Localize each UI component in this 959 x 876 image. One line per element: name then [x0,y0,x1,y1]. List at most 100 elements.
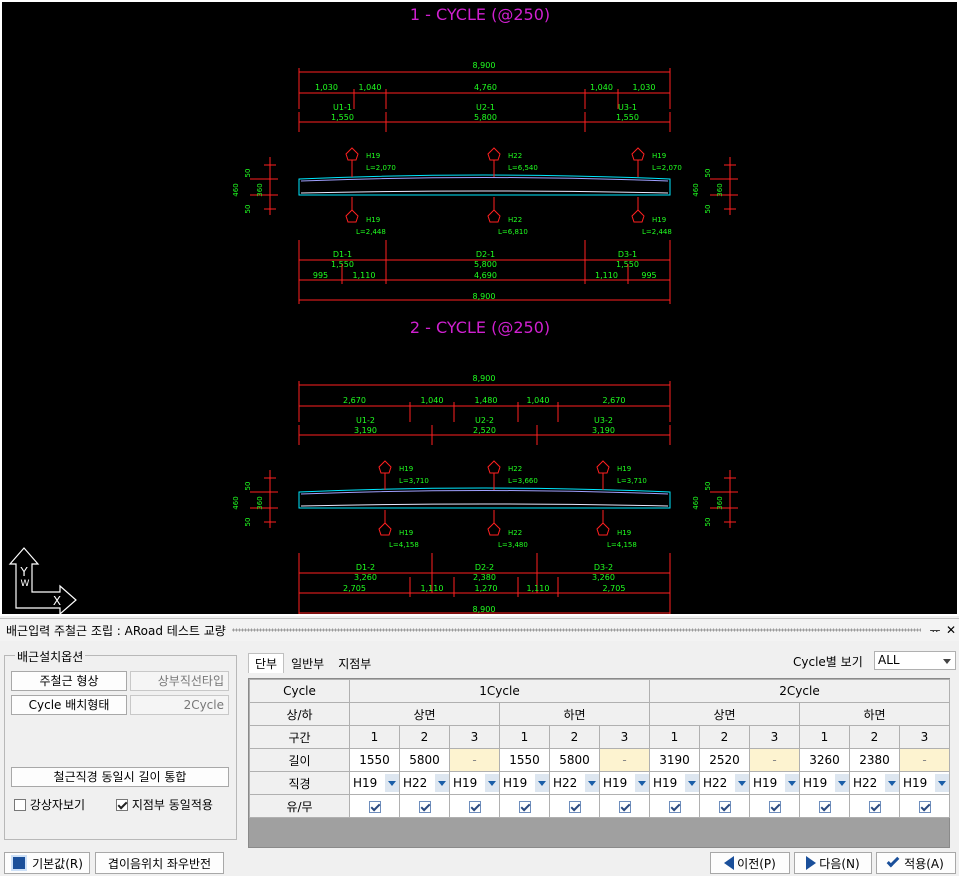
diameter-cell[interactable]: H19 [449,771,500,795]
apply-label: 적용(A) [904,856,944,871]
apply-button[interactable]: 적용(A) [876,852,956,874]
close-icon[interactable]: ✕ [943,623,959,637]
pin-icon[interactable]: ᅲ [927,622,943,639]
dim-text: 1,110 [421,584,444,593]
dropdown-arrow-icon[interactable] [535,774,549,792]
length-cell[interactable]: 2520 [699,748,750,772]
use-cell[interactable] [799,794,850,818]
flip-splice-button[interactable]: 겹이음위치 좌우반전 [95,852,224,874]
use-cell[interactable] [899,794,950,818]
tab-support[interactable]: 지점부 [331,653,378,673]
support-same-checkbox[interactable]: 지점부 동일적용 [116,796,213,813]
dim-text: 1,030 [315,83,338,92]
dropdown-arrow-icon[interactable] [435,774,449,792]
diameter-cell[interactable]: H22 [849,771,900,795]
cycle-view-select[interactable]: ALL [874,651,956,670]
length-cell[interactable]: - [749,748,800,772]
tab-general[interactable]: 일반부 [284,653,331,673]
dropdown-arrow-icon[interactable] [885,774,899,792]
length-cell[interactable]: 1550 [349,748,400,772]
dropdown-arrow-icon[interactable] [385,774,399,792]
diameter-cell[interactable]: H19 [599,771,650,795]
rebar-mark [345,147,359,161]
use-checkbox[interactable] [418,800,431,813]
checkbox-box[interactable] [116,798,128,811]
use-checkbox[interactable] [568,800,581,813]
segment-header: 1 [499,725,550,749]
dropdown-arrow-icon[interactable] [835,774,849,792]
diameter-cell[interactable]: H19 [349,771,400,795]
dropdown-arrow-icon[interactable] [485,774,499,792]
dropdown-arrow-icon[interactable] [785,774,799,792]
default-button[interactable]: 기본값(R) [4,852,90,874]
rebar-mark [345,209,359,223]
length-cell[interactable]: 3190 [649,748,700,772]
rebar-length: L=3,660 [508,477,538,485]
diameter-cell[interactable]: H19 [899,771,950,795]
diameter-cell[interactable]: H19 [799,771,850,795]
use-cell[interactable] [699,794,750,818]
dim-text: 5,800 [474,260,497,269]
dropdown-arrow-icon[interactable] [935,774,949,792]
view-box-checkbox[interactable]: 강상자보기 [14,796,85,813]
use-cell[interactable] [599,794,650,818]
use-checkbox[interactable] [518,800,531,813]
use-cell[interactable] [399,794,450,818]
dropdown-arrow-icon[interactable] [585,774,599,792]
diameter-cell[interactable]: H22 [399,771,450,795]
length-cell[interactable]: - [899,748,950,772]
dropdown-arrow-icon[interactable] [735,774,749,792]
diameter-cell[interactable]: H19 [499,771,550,795]
rebar-diameter: H22 [508,529,522,537]
use-checkbox[interactable] [818,800,831,813]
diameter-cell[interactable]: H22 [699,771,750,795]
diameter-cell[interactable]: H19 [749,771,800,795]
arrow-left-icon [724,856,735,870]
use-cell[interactable] [649,794,700,818]
checkbox-box[interactable] [14,798,26,811]
use-checkbox[interactable] [868,800,881,813]
use-checkbox[interactable] [918,800,931,813]
length-cell[interactable]: 1550 [499,748,550,772]
titlebar-grip[interactable] [231,628,921,632]
use-cell[interactable] [849,794,900,818]
use-cell[interactable] [349,794,400,818]
diameter-cell[interactable]: H19 [649,771,700,795]
use-cell[interactable] [449,794,500,818]
dropdown-arrow-icon[interactable] [635,774,649,792]
length-cell[interactable]: 3260 [799,748,850,772]
rebar-length: L=4,158 [389,541,419,549]
layout-button[interactable]: Cycle 배치형태 [11,695,127,715]
merge-length-button[interactable]: 철근직경 동일시 길이 통합 [11,767,229,787]
dim-text: D1-2 [356,563,375,572]
prev-button[interactable]: 이전(P) [710,852,790,874]
use-checkbox[interactable] [718,800,731,813]
use-cell[interactable] [499,794,550,818]
use-checkbox[interactable] [368,800,381,813]
rebar-length: L=3,480 [498,541,528,549]
cycle-view-value: ALL [878,653,900,667]
tab-end[interactable]: 단부 [248,653,285,673]
use-checkbox[interactable] [468,800,481,813]
cad-viewport[interactable]: 1 - CYCLE (@250) 8,900 1,030 1,040 4,760 1,04… [0,0,959,616]
diameter-cell[interactable]: H22 [549,771,600,795]
use-checkbox[interactable] [768,800,781,813]
use-checkbox[interactable] [668,800,681,813]
face-header: 상면 [349,702,500,726]
next-button[interactable]: 다음(N) [794,852,872,874]
use-cell[interactable] [749,794,800,818]
use-checkbox[interactable] [618,800,631,813]
length-cell[interactable]: 5800 [399,748,450,772]
cycle-title: 2 - CYCLE (@250) [410,318,550,337]
group-label: 배근설치옵션 [15,648,86,665]
dropdown-arrow-icon[interactable] [685,774,699,792]
length-cell[interactable]: 2380 [849,748,900,772]
use-cell[interactable] [549,794,600,818]
length-cell[interactable]: - [599,748,650,772]
length-cell[interactable]: 5800 [549,748,600,772]
shape-button[interactable]: 주철근 형상 [11,671,127,691]
length-cell[interactable]: - [449,748,500,772]
dim-text: D3-1 [618,250,637,259]
dim-text: 2,520 [473,426,496,435]
dim-text: 8,900 [473,61,496,70]
